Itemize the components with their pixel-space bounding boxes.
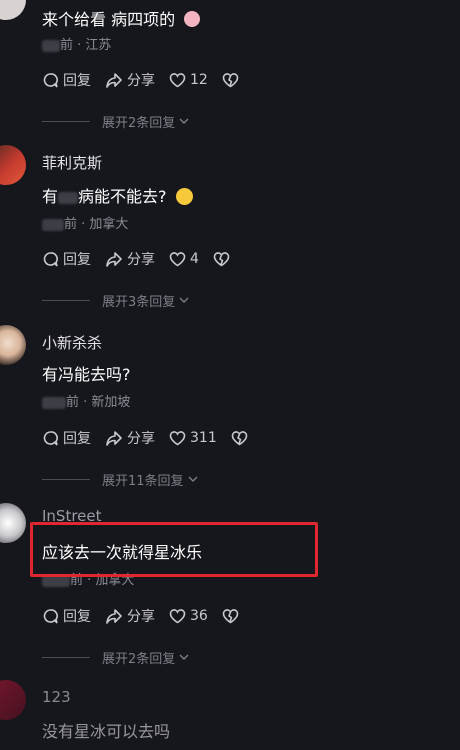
comment-author[interactable]: 123 [42,688,71,706]
dislike-button[interactable] [213,251,234,267]
dislike-button[interactable] [222,608,243,624]
like-button[interactable]: 12 [169,72,208,88]
share-button[interactable]: 分享 [105,70,155,90]
expand-replies-button[interactable]: 展开3条回复 [42,291,191,310]
reply-icon [43,251,58,267]
comment-meta: 前 · 加拿大 [42,213,128,232]
comment-actions: 回复 分享 4 [42,249,248,269]
expand-replies-button[interactable]: 展开2条回复 [42,112,191,131]
heart-icon [169,73,186,88]
avatar[interactable] [0,680,26,720]
pig-emoji-icon [184,11,201,27]
dislike-button[interactable] [222,72,243,88]
like-count: 311 [190,430,217,446]
share-button[interactable]: 分享 [105,606,155,626]
like-button[interactable]: 311 [169,430,217,446]
broken-heart-icon [222,73,239,88]
comment-actions: 回复 分享 311 [42,428,266,448]
share-icon [106,72,122,88]
chevron-down-icon [179,654,189,660]
heart-icon [169,252,186,267]
comment-text: 有病能不能去? [42,183,193,207]
reply-icon [43,430,58,446]
divider [42,120,90,122]
like-button[interactable]: 36 [169,608,208,624]
like-count: 12 [190,72,208,88]
chevron-down-icon [188,476,198,482]
expand-replies-button[interactable]: 展开11条回复 [42,470,200,489]
avatar[interactable] [0,325,26,365]
chevron-down-icon [179,118,189,124]
share-icon [106,608,122,624]
reply-icon [43,72,58,88]
comment-meta: 前 · 江苏 [42,34,111,53]
share-icon [106,430,122,446]
share-button[interactable]: 分享 [105,428,155,448]
scared-emoji-icon [175,188,193,205]
comment-text: 来个给看 病四项的 [42,6,201,30]
avatar[interactable] [0,0,26,20]
heart-icon [169,431,186,446]
like-count: 4 [190,251,199,267]
reply-button[interactable]: 回复 [42,249,91,269]
reply-button[interactable]: 回复 [42,70,91,90]
share-button[interactable]: 分享 [105,249,155,269]
expand-replies-button[interactable]: 展开2条回复 [42,648,191,667]
comment-author[interactable]: 菲利克斯 [42,152,102,173]
highlight-box [30,522,318,577]
comment-text: 有冯能去吗? [42,365,131,384]
share-icon [106,251,122,267]
reply-button[interactable]: 回复 [42,428,91,448]
divider [42,478,90,480]
like-button[interactable]: 4 [169,251,199,267]
broken-heart-icon [213,252,230,267]
broken-heart-icon [222,609,239,624]
avatar[interactable] [0,145,26,185]
comment-meta: 前 · 新加坡 [42,391,130,410]
heart-icon [169,609,186,624]
divider [42,299,90,301]
broken-heart-icon [231,431,248,446]
dislike-button[interactable] [231,430,252,446]
divider [42,656,90,658]
chevron-down-icon [179,297,189,303]
comment-text: 没有星冰可以去吗 [42,722,171,741]
reply-icon [43,608,58,624]
avatar[interactable] [0,503,26,543]
like-count: 36 [190,608,208,624]
comment-actions: 回复 分享 36 [42,606,257,626]
reply-button[interactable]: 回复 [42,606,91,626]
comment-author[interactable]: 小新杀杀 [42,332,102,353]
comment-actions: 回复 分享 12 [42,70,257,90]
